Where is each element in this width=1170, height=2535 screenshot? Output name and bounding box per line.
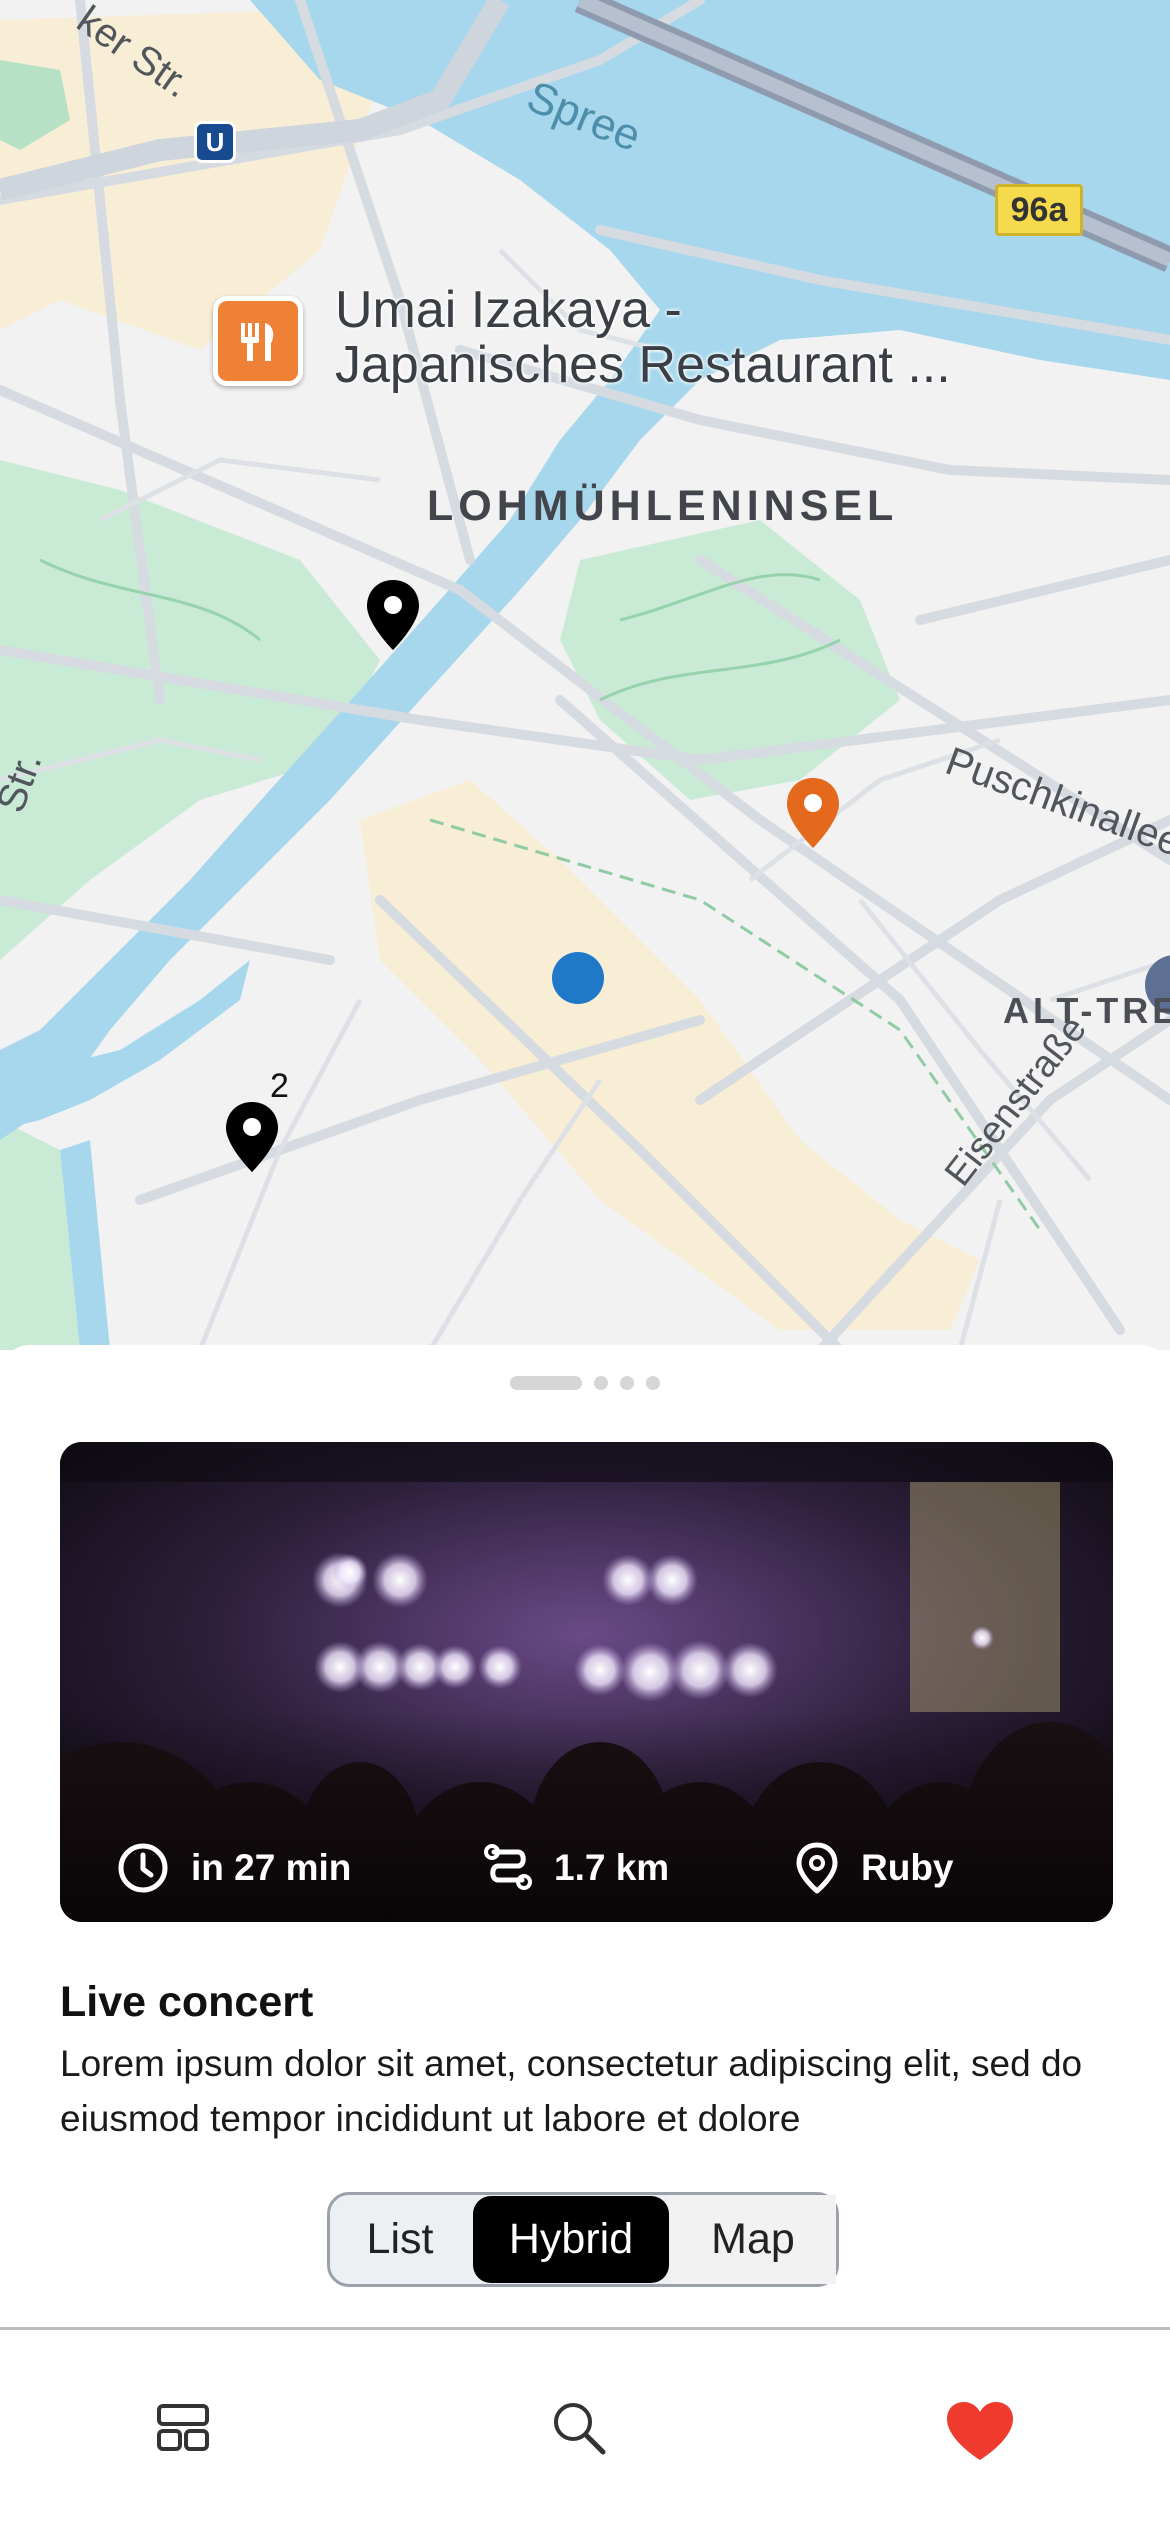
ubahn-station-icon[interactable]: U: [194, 121, 236, 163]
route-icon: [484, 1844, 532, 1890]
heart-icon[interactable]: [945, 2400, 1015, 2462]
map-pin-cluster[interactable]: [226, 1102, 278, 1172]
event-location-label: Ruby: [861, 1847, 954, 1888]
layout-icon[interactable]: [156, 2403, 210, 2453]
poi-name-line2: Japanisches Restaurant ...: [335, 336, 951, 394]
map-pin[interactable]: [367, 580, 419, 650]
location-pin-icon: [796, 1842, 838, 1894]
view-toggle-list[interactable]: List: [330, 2195, 470, 2284]
user-location-dot: [552, 952, 604, 1004]
district-label: LOHMÜHLENINSEL: [427, 482, 899, 530]
search-icon[interactable]: [551, 2400, 607, 2456]
pager-dot: [646, 1376, 660, 1390]
event-distance-label: 1.7 km: [554, 1847, 670, 1888]
pager-indicator[interactable]: [510, 1376, 660, 1390]
route-badge: 96a: [995, 184, 1083, 236]
pager-dot: [594, 1376, 608, 1390]
event-time: in 27 min: [117, 1842, 351, 1894]
view-toggle: List Hybrid Map: [327, 2192, 839, 2287]
pager-dot: [620, 1376, 634, 1390]
event-distance: 1.7 km: [484, 1842, 669, 1894]
clock-icon: [118, 1843, 168, 1893]
district-label-secondary: ALT-TRE: [1003, 990, 1170, 1031]
map-view[interactable]: Umai Izakaya - Japanisches Restaurant ..…: [0, 0, 1170, 1350]
restaurant-icon[interactable]: [213, 296, 303, 386]
event-location: Ruby: [795, 1842, 954, 1894]
view-toggle-map[interactable]: Map: [670, 2195, 836, 2284]
cluster-count: 2: [270, 1067, 289, 1105]
poi-name[interactable]: Umai Izakaya - Japanisches Restaurant ..…: [335, 283, 951, 393]
pager-dot-active: [510, 1376, 582, 1390]
event-title: Live concert: [60, 1978, 314, 2026]
view-toggle-hybrid[interactable]: Hybrid: [473, 2196, 669, 2283]
poi-name-line1: Umai Izakaya -: [335, 281, 682, 339]
map-pin-selected[interactable]: [787, 778, 839, 848]
event-time-label: in 27 min: [191, 1847, 352, 1888]
event-description: Lorem ipsum dolor sit amet, consectetur …: [60, 2043, 1083, 2139]
